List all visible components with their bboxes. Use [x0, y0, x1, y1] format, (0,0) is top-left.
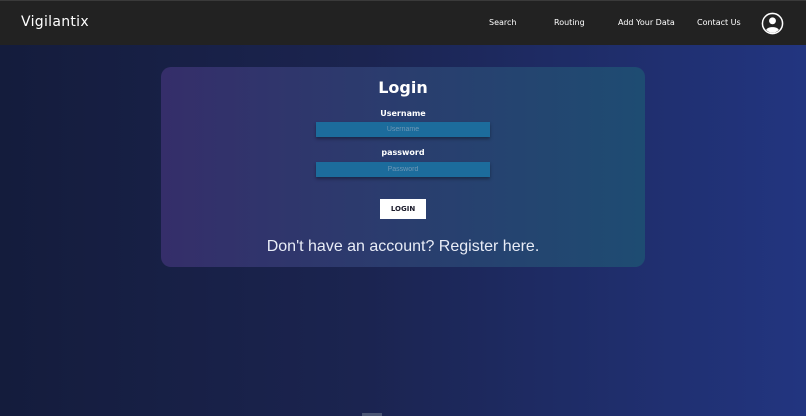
login-title: Login: [378, 78, 428, 97]
password-label: password: [381, 148, 425, 157]
password-input[interactable]: [316, 162, 490, 177]
username-label: Username: [380, 109, 426, 118]
username-input[interactable]: [316, 122, 490, 137]
register-link[interactable]: Don't have an account? Register here.: [161, 238, 645, 256]
login-button[interactable]: LOGIN: [380, 199, 426, 219]
nav-link-search[interactable]: Search: [489, 18, 516, 27]
nav-link-add-your-data[interactable]: Add Your Data: [618, 18, 675, 27]
user-circle-icon[interactable]: [761, 12, 784, 35]
login-card: Login Username password LOGIN Don't have…: [161, 67, 645, 267]
brand-logo-text[interactable]: Vigilantix: [21, 14, 89, 30]
nav-link-contact-us[interactable]: Contact Us: [697, 18, 741, 27]
top-navbar: Vigilantix Search Routing Add Your Data …: [0, 0, 806, 45]
nav-link-routing[interactable]: Routing: [554, 18, 585, 27]
